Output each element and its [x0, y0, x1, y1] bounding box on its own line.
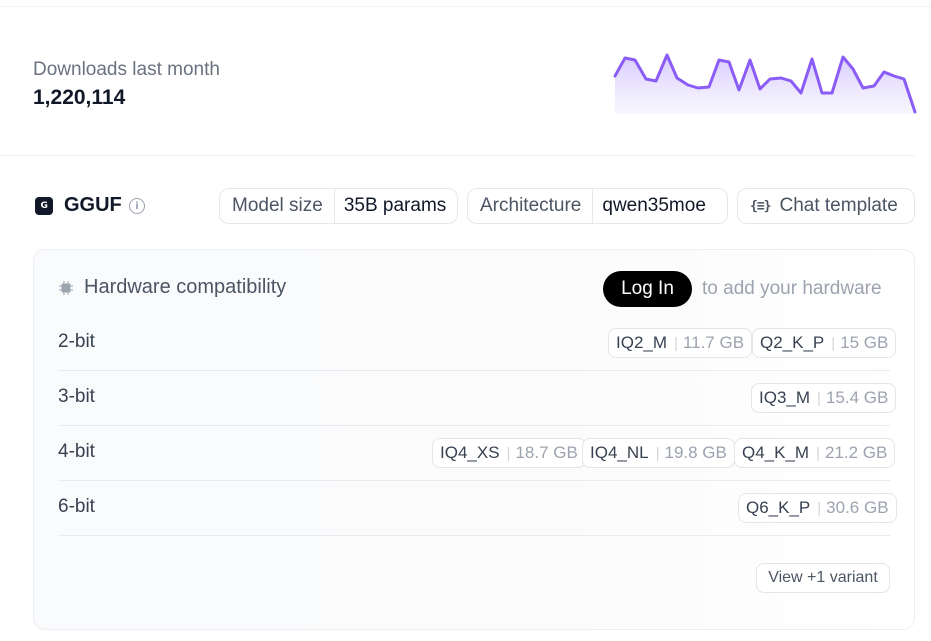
chip-icon — [59, 281, 73, 295]
architecture-badge: Architecture qwen35moe — [467, 188, 728, 224]
quant-size: 11.7 GB — [682, 333, 745, 352]
gguf-title: GGUF — [64, 194, 122, 216]
chat-template-label: Chat template — [779, 195, 898, 216]
quant-chip-q4-k-m[interactable]: Q4_K_M | 21.2 GB — [734, 438, 896, 468]
quant-size: 18.7 GB — [515, 443, 578, 462]
quant-separator: | — [831, 334, 836, 352]
login-button[interactable]: Log In — [603, 271, 692, 307]
quant-size: 21.2 GB — [825, 443, 888, 462]
quant-size: 30.6 GB — [826, 498, 889, 517]
top-divider — [0, 6, 931, 7]
architecture-label: Architecture — [480, 195, 582, 216]
bit-row-label: 2-bit — [58, 331, 95, 352]
quant-separator: | — [506, 444, 511, 462]
quant-name: IQ4_XS — [440, 443, 500, 462]
quant-separator: | — [816, 444, 820, 462]
row-divider — [58, 370, 890, 371]
quant-name: Q2_K_P — [760, 333, 825, 352]
quant-separator: | — [817, 389, 821, 407]
model-size-value: 35B params — [333, 189, 455, 223]
quant-name: Q4_K_M — [742, 443, 810, 462]
downloads-label: Downloads last month — [33, 59, 220, 80]
quant-separator: | — [655, 444, 660, 462]
quant-chip-iq3-m[interactable]: IQ3_M | 15.4 GB — [751, 383, 897, 413]
quant-chip-q2-k-p[interactable]: Q2_K_P | 15 GB — [752, 328, 897, 358]
model-size-label: Model size — [232, 195, 323, 216]
quant-name: IQ3_M — [759, 388, 811, 407]
section-divider — [0, 155, 915, 156]
bit-row-label: 6-bit — [58, 496, 95, 517]
quant-size: 15.4 GB — [825, 388, 889, 407]
quant-size: 15 GB — [840, 333, 889, 352]
quant-name: IQ2_M — [616, 333, 668, 352]
downloads-count: 1,220,114 — [33, 86, 126, 109]
quant-chip-iq4-nl[interactable]: IQ4_NL | 19.8 GB — [582, 438, 735, 468]
quant-chip-iq2-m[interactable]: IQ2_M | 11.7 GB — [608, 328, 753, 358]
gguf-icon: G — [35, 197, 53, 215]
chat-template-button[interactable]: {≡} Chat template — [737, 188, 915, 224]
architecture-value: qwen35moe — [592, 189, 715, 223]
quant-size: 19.8 GB — [664, 443, 727, 462]
quant-name: Q6_K_P — [746, 498, 811, 517]
row-divider — [58, 480, 890, 481]
login-note: to add your hardware — [702, 278, 882, 299]
quant-separator: | — [674, 334, 678, 352]
quant-name: IQ4_NL — [590, 443, 649, 462]
chat-template-icon: {≡} — [750, 198, 772, 214]
view-variants-button[interactable]: View +1 variant — [756, 563, 890, 593]
downloads-sparkline — [613, 53, 917, 114]
bit-row-label: 4-bit — [58, 441, 95, 462]
quant-separator: | — [817, 499, 822, 517]
quant-chip-q6-k-p[interactable]: Q6_K_P | 30.6 GB — [738, 493, 897, 523]
row-divider — [58, 535, 890, 536]
row-divider — [58, 425, 890, 426]
info-icon[interactable]: i — [129, 198, 145, 214]
model-size-badge: Model size 35B params — [219, 188, 458, 224]
quant-chip-iq4-xs[interactable]: IQ4_XS | 18.7 GB — [432, 438, 586, 468]
hardware-compatibility-title: Hardware compatibility — [84, 276, 287, 298]
bit-row-label: 3-bit — [58, 386, 95, 407]
